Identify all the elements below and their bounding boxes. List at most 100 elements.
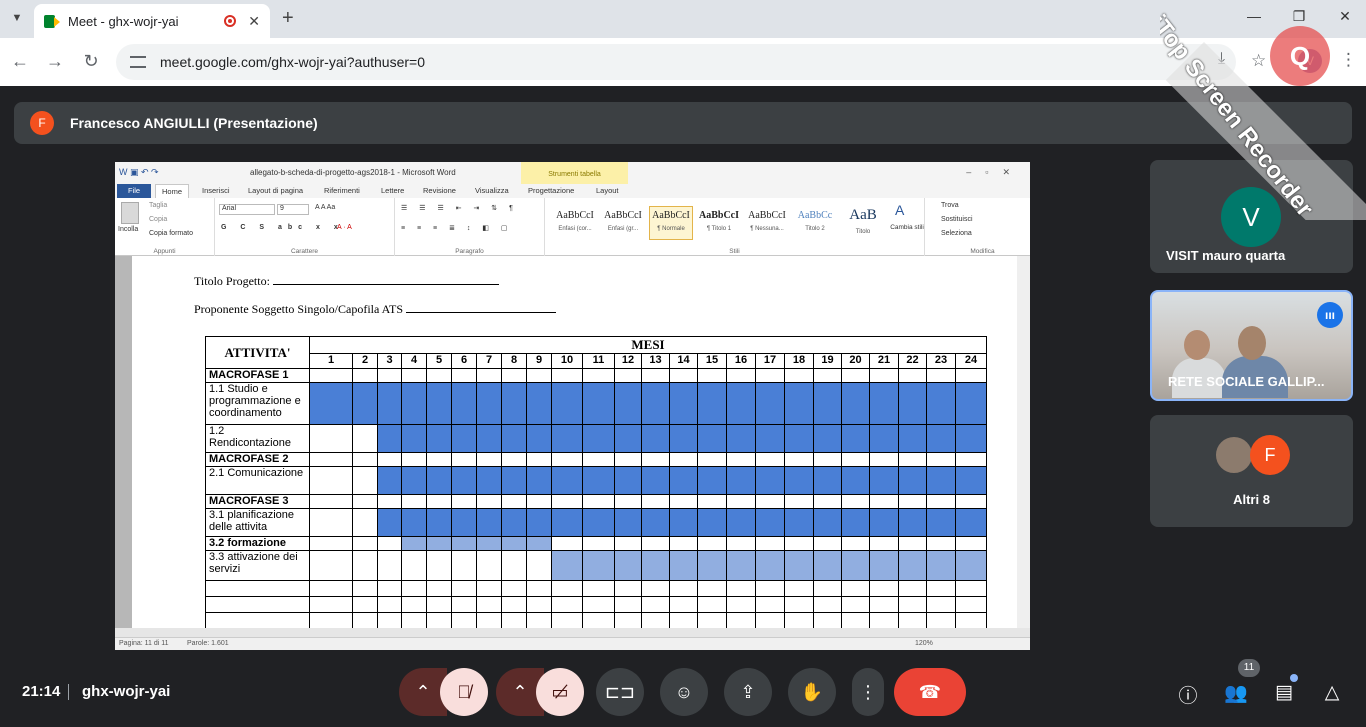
gantt-cell[interactable] (377, 452, 402, 467)
gantt-bar-cell[interactable] (377, 508, 402, 537)
style-item[interactable]: AaBbCc Titolo 2 (793, 206, 837, 240)
gantt-cell[interactable] (551, 536, 583, 551)
gantt-bar-cell[interactable] (841, 550, 870, 581)
gantt-bar-cell[interactable] (955, 550, 987, 581)
month-number-cell[interactable]: 7 (476, 353, 502, 369)
gantt-bar-cell[interactable] (726, 424, 756, 453)
month-number-cell[interactable]: 21 (869, 353, 899, 369)
browser-tab[interactable]: Meet - ghx-wojr-yai ✕ (34, 4, 270, 38)
month-number-cell[interactable]: 18 (784, 353, 814, 369)
gantt-bar-cell[interactable] (476, 536, 502, 551)
gantt-cell[interactable] (955, 580, 987, 597)
gantt-cell[interactable] (426, 452, 452, 467)
gantt-cell[interactable] (614, 452, 642, 467)
replace-button[interactable]: Sostituisci (941, 216, 973, 223)
gantt-cell[interactable] (726, 612, 756, 629)
gantt-bar-cell[interactable] (582, 508, 615, 537)
gantt-cell[interactable] (352, 580, 378, 597)
gantt-bar-cell[interactable] (841, 466, 870, 495)
gantt-cell[interactable] (451, 550, 477, 581)
gantt-bar-cell[interactable] (641, 508, 670, 537)
gantt-cell[interactable] (697, 494, 727, 509)
month-number-cell[interactable]: 5 (426, 353, 452, 369)
gantt-bar-cell[interactable] (755, 424, 785, 453)
gantt-bar-cell[interactable] (614, 508, 642, 537)
gantt-cell[interactable] (501, 452, 527, 467)
month-number-cell[interactable]: 17 (755, 353, 785, 369)
new-tab-button[interactable]: + (282, 8, 294, 28)
captions-button[interactable]: ⊏⊐ (596, 668, 644, 716)
raise-hand-button[interactable]: ✋ (788, 668, 836, 716)
browser-menu-icon[interactable]: ⋮ (1340, 50, 1357, 70)
gantt-cell[interactable] (309, 550, 353, 581)
style-item[interactable]: AaBbCcI ¶ Titolo 1 (697, 206, 741, 240)
gantt-bar-cell[interactable] (551, 424, 583, 453)
gantt-cell[interactable] (813, 494, 842, 509)
gantt-bar-cell[interactable] (955, 508, 987, 537)
close-window-button[interactable]: ✕ (1333, 8, 1357, 25)
gantt-cell[interactable] (955, 596, 987, 613)
gantt-cell[interactable] (451, 494, 477, 509)
gantt-cell[interactable] (726, 536, 756, 551)
gantt-cell[interactable] (309, 466, 353, 495)
gantt-cell[interactable] (641, 536, 670, 551)
gantt-cell[interactable] (526, 612, 552, 629)
bookmark-star-icon[interactable]: ☆ (1251, 51, 1266, 71)
gantt-cell[interactable] (377, 368, 402, 383)
list-buttons[interactable]: ☰ ☰ ☰ ⇤ ⇥ ⇅ ¶ (401, 204, 518, 212)
tab-search-icon[interactable]: ▼ (8, 9, 26, 27)
activity-label-cell[interactable]: 3.3 attivazione dei servizi (205, 550, 310, 581)
gantt-cell[interactable] (501, 550, 527, 581)
activity-label-cell[interactable]: 1.2 Rendicontazione (205, 424, 310, 453)
gantt-cell[interactable] (582, 452, 615, 467)
gantt-cell[interactable] (551, 494, 583, 509)
activity-label-cell[interactable] (205, 596, 310, 613)
back-icon[interactable]: ← (8, 50, 32, 72)
gantt-cell[interactable] (401, 580, 427, 597)
gantt-cell[interactable] (476, 452, 502, 467)
gantt-bar-cell[interactable] (426, 382, 452, 425)
gantt-cell[interactable] (869, 596, 899, 613)
gantt-cell[interactable] (813, 612, 842, 629)
gantt-bar-cell[interactable] (501, 466, 527, 495)
gantt-bar-cell[interactable] (755, 550, 785, 581)
gantt-cell[interactable] (451, 612, 477, 629)
gantt-bar-cell[interactable] (501, 382, 527, 425)
gantt-cell[interactable] (898, 368, 927, 383)
gantt-cell[interactable] (401, 612, 427, 629)
gantt-bar-cell[interactable] (926, 382, 956, 425)
word-tab-layout[interactable]: Layout (596, 186, 619, 195)
month-number-cell[interactable]: 6 (451, 353, 477, 369)
gantt-bar-cell[interactable] (869, 466, 899, 495)
word-tab-home[interactable]: Home (155, 184, 189, 198)
gantt-cell[interactable] (669, 536, 698, 551)
gantt-bar-cell[interactable] (641, 424, 670, 453)
gantt-cell[interactable] (813, 536, 842, 551)
month-number-cell[interactable]: 19 (813, 353, 842, 369)
gantt-cell[interactable] (426, 612, 452, 629)
gantt-cell[interactable] (669, 494, 698, 509)
gantt-bar-cell[interactable] (582, 424, 615, 453)
gantt-cell[interactable] (352, 466, 378, 495)
reload-icon[interactable]: ↻ (79, 50, 103, 72)
gantt-bar-cell[interactable] (476, 466, 502, 495)
gantt-cell[interactable] (526, 580, 552, 597)
gantt-bar-cell[interactable] (551, 550, 583, 581)
gantt-bar-cell[interactable] (614, 424, 642, 453)
gantt-bar-cell[interactable] (784, 424, 814, 453)
gantt-bar-cell[interactable] (697, 424, 727, 453)
gantt-cell[interactable] (926, 452, 956, 467)
gantt-cell[interactable] (841, 596, 870, 613)
month-number-cell[interactable]: 22 (898, 353, 927, 369)
gantt-bar-cell[interactable] (869, 382, 899, 425)
gantt-bar-cell[interactable] (697, 382, 727, 425)
gantt-bar-cell[interactable] (476, 508, 502, 537)
gantt-cell[interactable] (841, 536, 870, 551)
macrofase-label-cell[interactable]: 3.2 formazione (205, 536, 310, 551)
gantt-cell[interactable] (377, 580, 402, 597)
gantt-cell[interactable] (614, 580, 642, 597)
gantt-cell[interactable] (726, 596, 756, 613)
gantt-cell[interactable] (309, 424, 353, 453)
gantt-bar-cell[interactable] (841, 424, 870, 453)
gantt-cell[interactable] (641, 368, 670, 383)
